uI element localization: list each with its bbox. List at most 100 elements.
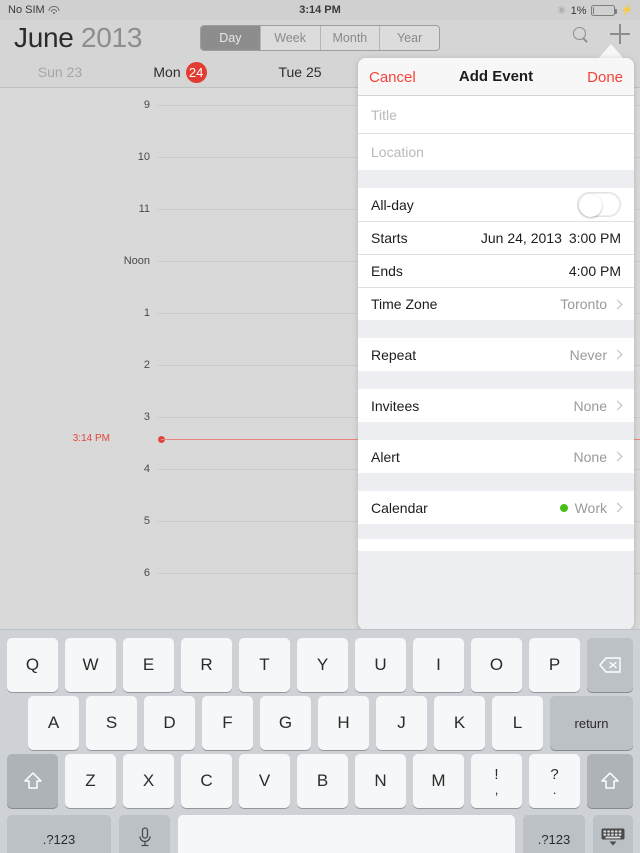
invitees-values: None bbox=[573, 397, 623, 414]
invitees-value: None bbox=[573, 397, 607, 414]
key-comma-label: , bbox=[494, 781, 499, 797]
key-r[interactable]: R bbox=[181, 638, 232, 692]
invitees-label: Invitees bbox=[371, 397, 420, 414]
hide-keyboard-icon bbox=[600, 827, 626, 852]
add-event-popover: Cancel Add Event Done Title Location All… bbox=[358, 58, 634, 630]
segment-day[interactable]: Day bbox=[201, 26, 261, 50]
alert-label: Alert bbox=[371, 448, 400, 465]
key-l[interactable]: L bbox=[492, 696, 543, 750]
location-input[interactable]: Location bbox=[371, 144, 424, 160]
starts-date-value: Jun 24, 2013 bbox=[480, 230, 562, 246]
key-p[interactable]: P bbox=[529, 638, 580, 692]
key-o[interactable]: O bbox=[471, 638, 522, 692]
key-w[interactable]: W bbox=[65, 638, 116, 692]
key-q[interactable]: Q bbox=[7, 638, 58, 692]
popover-body: Title Location All-day Starts Jun 24, 20… bbox=[358, 96, 634, 630]
chevron-right-icon bbox=[612, 299, 623, 309]
title-input[interactable]: Title bbox=[371, 107, 397, 123]
shift-key-left[interactable] bbox=[7, 754, 58, 808]
dictation-key[interactable] bbox=[119, 815, 170, 853]
key-c[interactable]: C bbox=[181, 754, 232, 808]
hour-label-4: 4 bbox=[143, 463, 150, 475]
battery-icon bbox=[590, 5, 618, 16]
chevron-right-icon bbox=[612, 400, 623, 411]
calendar-values: Work bbox=[559, 500, 623, 516]
space-key[interactable] bbox=[178, 815, 515, 853]
key-i[interactable]: I bbox=[413, 638, 464, 692]
clipped-row[interactable] bbox=[358, 539, 634, 551]
view-segmented-control[interactable]: Day Week Month Year bbox=[200, 25, 440, 51]
title-location-group: Title Location bbox=[358, 96, 634, 170]
key-v[interactable]: V bbox=[239, 754, 290, 808]
calendar-color-dot bbox=[559, 503, 568, 512]
alert-row[interactable]: Alert None bbox=[358, 440, 634, 473]
numeric-key-left[interactable]: .?123 bbox=[7, 815, 111, 853]
status-bar-clock: 3:14 PM bbox=[299, 4, 341, 16]
return-key[interactable]: return bbox=[550, 696, 633, 750]
day-column-sun-23[interactable]: Sun 23 bbox=[0, 56, 120, 88]
segment-month[interactable]: Month bbox=[321, 26, 381, 50]
title-field-row[interactable]: Title bbox=[358, 96, 634, 133]
key-u[interactable]: U bbox=[355, 638, 406, 692]
calendar-row[interactable]: Calendar Work bbox=[358, 491, 634, 524]
plus-icon[interactable] bbox=[610, 24, 630, 44]
repeat-row[interactable]: Repeat Never bbox=[358, 338, 634, 371]
location-field-row[interactable]: Location bbox=[358, 133, 634, 170]
all-day-row[interactable]: All-day bbox=[358, 188, 634, 221]
section-gap bbox=[358, 320, 634, 338]
key-t[interactable]: T bbox=[239, 638, 290, 692]
key-x[interactable]: X bbox=[123, 754, 174, 808]
key-question-period[interactable]: ? . bbox=[529, 754, 580, 808]
all-day-toggle-wrap[interactable] bbox=[577, 192, 621, 217]
section-gap bbox=[358, 422, 634, 440]
hour-label-9: 9 bbox=[143, 99, 150, 111]
key-a[interactable]: A bbox=[28, 696, 79, 750]
microphone-icon bbox=[138, 826, 152, 853]
datetime-group: All-day Starts Jun 24, 2013 3:00 PM Ends bbox=[358, 188, 634, 320]
key-z[interactable]: Z bbox=[65, 754, 116, 808]
repeat-group: Repeat Never bbox=[358, 338, 634, 371]
numeric-key-right[interactable]: .?123 bbox=[523, 815, 585, 853]
starts-time-value: 3:00 PM bbox=[568, 230, 621, 246]
key-b[interactable]: B bbox=[297, 754, 348, 808]
day-column-mon-24[interactable]: Mon 24 bbox=[120, 56, 240, 88]
all-day-toggle[interactable] bbox=[577, 192, 621, 217]
charging-bolt-icon: ⚡ bbox=[620, 5, 633, 16]
hide-keyboard-key[interactable] bbox=[593, 815, 633, 853]
all-day-label: All-day bbox=[371, 196, 414, 213]
keyboard-row-4: .?123 .?123 bbox=[0, 812, 640, 853]
key-g[interactable]: G bbox=[260, 696, 311, 750]
day-label: Tue 25 bbox=[278, 64, 322, 80]
day-column-tue-25[interactable]: Tue 25 bbox=[240, 56, 360, 88]
key-k[interactable]: K bbox=[434, 696, 485, 750]
key-m[interactable]: M bbox=[413, 754, 464, 808]
done-button[interactable]: Done bbox=[587, 69, 623, 86]
keyboard-row-2: A S D F G H J K L return bbox=[0, 696, 640, 750]
key-exclamation-comma[interactable]: ! , bbox=[471, 754, 522, 808]
segment-year[interactable]: Year bbox=[380, 26, 439, 50]
search-icon[interactable] bbox=[573, 26, 588, 42]
key-s[interactable]: S bbox=[86, 696, 137, 750]
key-y[interactable]: Y bbox=[297, 638, 348, 692]
calendar-group: Calendar Work bbox=[358, 491, 634, 524]
key-n[interactable]: N bbox=[355, 754, 406, 808]
title-month: June bbox=[14, 22, 74, 53]
starts-row[interactable]: Starts Jun 24, 2013 3:00 PM bbox=[358, 221, 634, 254]
key-d[interactable]: D bbox=[144, 696, 195, 750]
battery-percent-label: 1% bbox=[570, 4, 587, 17]
shift-key-right[interactable] bbox=[587, 754, 633, 808]
key-j[interactable]: J bbox=[376, 696, 427, 750]
keyboard-row-1: Q W E R T Y U I O P bbox=[0, 638, 640, 692]
backspace-key[interactable] bbox=[587, 638, 633, 692]
on-screen-keyboard: Q W E R T Y U I O P A S D F G H J K L re… bbox=[0, 629, 640, 853]
key-f[interactable]: F bbox=[202, 696, 253, 750]
hour-label-11: 11 bbox=[138, 203, 150, 215]
invitees-row[interactable]: Invitees None bbox=[358, 389, 634, 422]
key-h[interactable]: H bbox=[318, 696, 369, 750]
section-gap bbox=[358, 170, 634, 188]
repeat-values: Never bbox=[570, 347, 623, 363]
key-e[interactable]: E bbox=[123, 638, 174, 692]
segment-week[interactable]: Week bbox=[261, 26, 321, 50]
time-zone-row[interactable]: Time Zone Toronto bbox=[358, 287, 634, 320]
ends-row[interactable]: Ends 4:00 PM bbox=[358, 254, 634, 287]
